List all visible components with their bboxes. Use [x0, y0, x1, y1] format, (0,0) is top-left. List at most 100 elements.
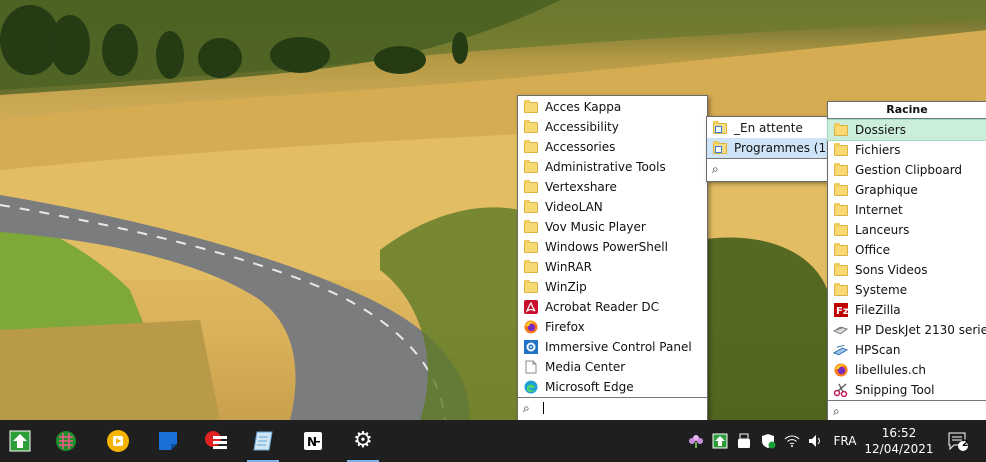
folder-icon [523, 179, 538, 194]
taskbar: N ⚙ FRA 16:52 12/04/2021 2 [0, 420, 986, 462]
root-menu-item[interactable]: HPScan [828, 340, 986, 360]
submenu-item[interactable]: Administrative Tools [518, 157, 707, 177]
root-menu-item[interactable]: Sons Videos [828, 260, 986, 280]
middle-menu-item[interactable]: Programmes (1) [707, 138, 831, 158]
submenu-item[interactable]: Media Center [518, 357, 707, 377]
red-stack-icon[interactable] [196, 420, 236, 462]
root-menu-item[interactable]: Graphique [828, 180, 986, 200]
submenu-item[interactable]: VideoLAN [518, 197, 707, 217]
search-icon: ⌕ [712, 162, 719, 176]
root-menu-item[interactable]: Lanceurs [828, 220, 986, 240]
clock-time: 16:52 [881, 426, 917, 440]
submenu-item-label: Media Center [545, 360, 626, 374]
root-menu-item-label: Office [855, 243, 891, 257]
notepad-icon[interactable] [243, 420, 283, 462]
middle-search-row[interactable]: ⌕ [707, 158, 828, 179]
programs-submenu: Acces Kappa Accessibility Accessories Admin… [517, 95, 708, 422]
svg-text:Fz: Fz [836, 306, 848, 317]
submenu-search-row[interactable]: ⌕ [518, 397, 707, 418]
submenu-item[interactable]: Vertexshare [518, 177, 707, 197]
language-indicator[interactable]: FRA [830, 420, 860, 462]
usb-drive-icon[interactable] [734, 420, 754, 462]
search-icon: ⌕ [523, 401, 530, 415]
tray-flower-icon[interactable] [686, 420, 706, 462]
root-menu-items: Dossiers Fichiers Gestion Clipboard Graphiq… [827, 119, 986, 400]
submenu-item[interactable]: WinZip [518, 277, 707, 297]
folder-icon [523, 99, 538, 114]
submenu-item[interactable]: Acces Kappa [518, 97, 707, 117]
middle-menu-item-label: _En attente [734, 121, 803, 135]
folder-shortcut-icon [712, 140, 727, 155]
submenu-item[interactable]: Accessories [518, 137, 707, 157]
tray-up-arrow-icon[interactable] [710, 420, 730, 462]
notification-center-icon[interactable]: 2 [940, 420, 974, 462]
root-menu-item[interactable]: Dossiers [827, 119, 986, 141]
root-menu-item-label: Systeme [855, 283, 908, 297]
submenu-item-label: Accessories [545, 140, 616, 154]
folder-icon [833, 282, 848, 297]
root-menu-item[interactable]: Fichiers [828, 140, 986, 160]
notion-icon[interactable]: N [293, 420, 333, 462]
submenu-item-label: Immersive Control Panel [545, 340, 692, 354]
root-menu-item-label: Fichiers [855, 143, 901, 157]
submenu-item[interactable]: Vov Music Player [518, 217, 707, 237]
root-menu-item[interactable]: libellules.ch [828, 360, 986, 380]
folder-icon [523, 259, 538, 274]
firefox-icon [523, 320, 538, 334]
middle-menu-item[interactable]: _En attente [707, 118, 828, 138]
submenu-item-label: Microsoft Edge [545, 380, 634, 394]
gear-icon [523, 340, 538, 354]
middle-menu: _En attente Programmes (1) ⌕ [706, 116, 831, 182]
spreadsheet-grid-icon[interactable] [46, 420, 86, 462]
root-menu-item[interactable]: Gestion Clipboard [828, 160, 986, 180]
root-menu-item[interactable]: Office [828, 240, 986, 260]
middle-menu-item-label: Programmes (1) [734, 141, 831, 155]
clock-date: 12/04/2021 [864, 442, 934, 456]
root-menu-item[interactable]: Systeme [828, 280, 986, 300]
wifi-icon[interactable] [782, 420, 802, 462]
root-menu-item-label: Graphique [855, 183, 918, 197]
settings-gear-icon[interactable]: ⚙ [343, 420, 383, 462]
submenu-item-label: Accessibility [545, 120, 619, 134]
submenu-item-label: WinRAR [545, 260, 592, 274]
filezilla-icon: Fz [833, 303, 848, 317]
root-menu-item[interactable]: Internet [828, 200, 986, 220]
folder-shortcut-icon [712, 120, 727, 135]
acrobat-icon [523, 300, 538, 314]
submenu-item[interactable]: Acrobat Reader DC [518, 297, 707, 317]
submenu-item[interactable]: Microsoft Edge [518, 377, 707, 397]
printer-icon [833, 323, 848, 337]
sticky-note-icon[interactable] [148, 420, 188, 462]
submenu-item[interactable]: Immersive Control Panel [518, 337, 707, 357]
submenu-item-label: Acces Kappa [545, 100, 622, 114]
root-menu-item[interactable]: Fz FileZilla [828, 300, 986, 320]
submenu-item[interactable]: WinRAR [518, 257, 707, 277]
root-menu-item-label: Dossiers [855, 123, 906, 137]
root-menu-item-label: HPScan [855, 343, 901, 357]
submenu-item[interactable]: Firefox [518, 317, 707, 337]
text-caret [543, 402, 544, 414]
submenu-item-label: WinZip [545, 280, 587, 294]
submenu-item-label: Vertexshare [545, 180, 617, 194]
root-menu-item[interactable]: Snipping Tool [828, 380, 986, 400]
root-menu-item-label: libellules.ch [855, 363, 926, 377]
clock[interactable]: 16:52 12/04/2021 [864, 420, 934, 462]
edge-icon [523, 380, 538, 394]
launcher-up-arrow-icon[interactable] [0, 420, 40, 462]
media-player-icon[interactable] [98, 420, 138, 462]
speaker-icon[interactable] [806, 420, 826, 462]
scissors-icon [833, 383, 848, 397]
security-shield-icon[interactable] [758, 420, 778, 462]
root-search-row[interactable]: ⌕ [828, 400, 986, 421]
root-menu-item-label: HP DeskJet 2130 series [855, 323, 986, 337]
folder-icon [523, 119, 538, 134]
submenu-item[interactable]: Accessibility [518, 117, 707, 137]
submenu-item[interactable]: Windows PowerShell [518, 237, 707, 257]
submenu-item-label: Administrative Tools [545, 160, 666, 174]
folder-icon [523, 239, 538, 254]
middle-menu-items: _En attente Programmes (1) [707, 117, 831, 158]
root-menu: Racine Dossiers Fichiers Gestion Clipboard… [827, 101, 986, 422]
root-menu-item[interactable]: HP DeskJet 2130 series [828, 320, 986, 340]
folder-icon [523, 219, 538, 234]
folder-icon [833, 262, 848, 277]
